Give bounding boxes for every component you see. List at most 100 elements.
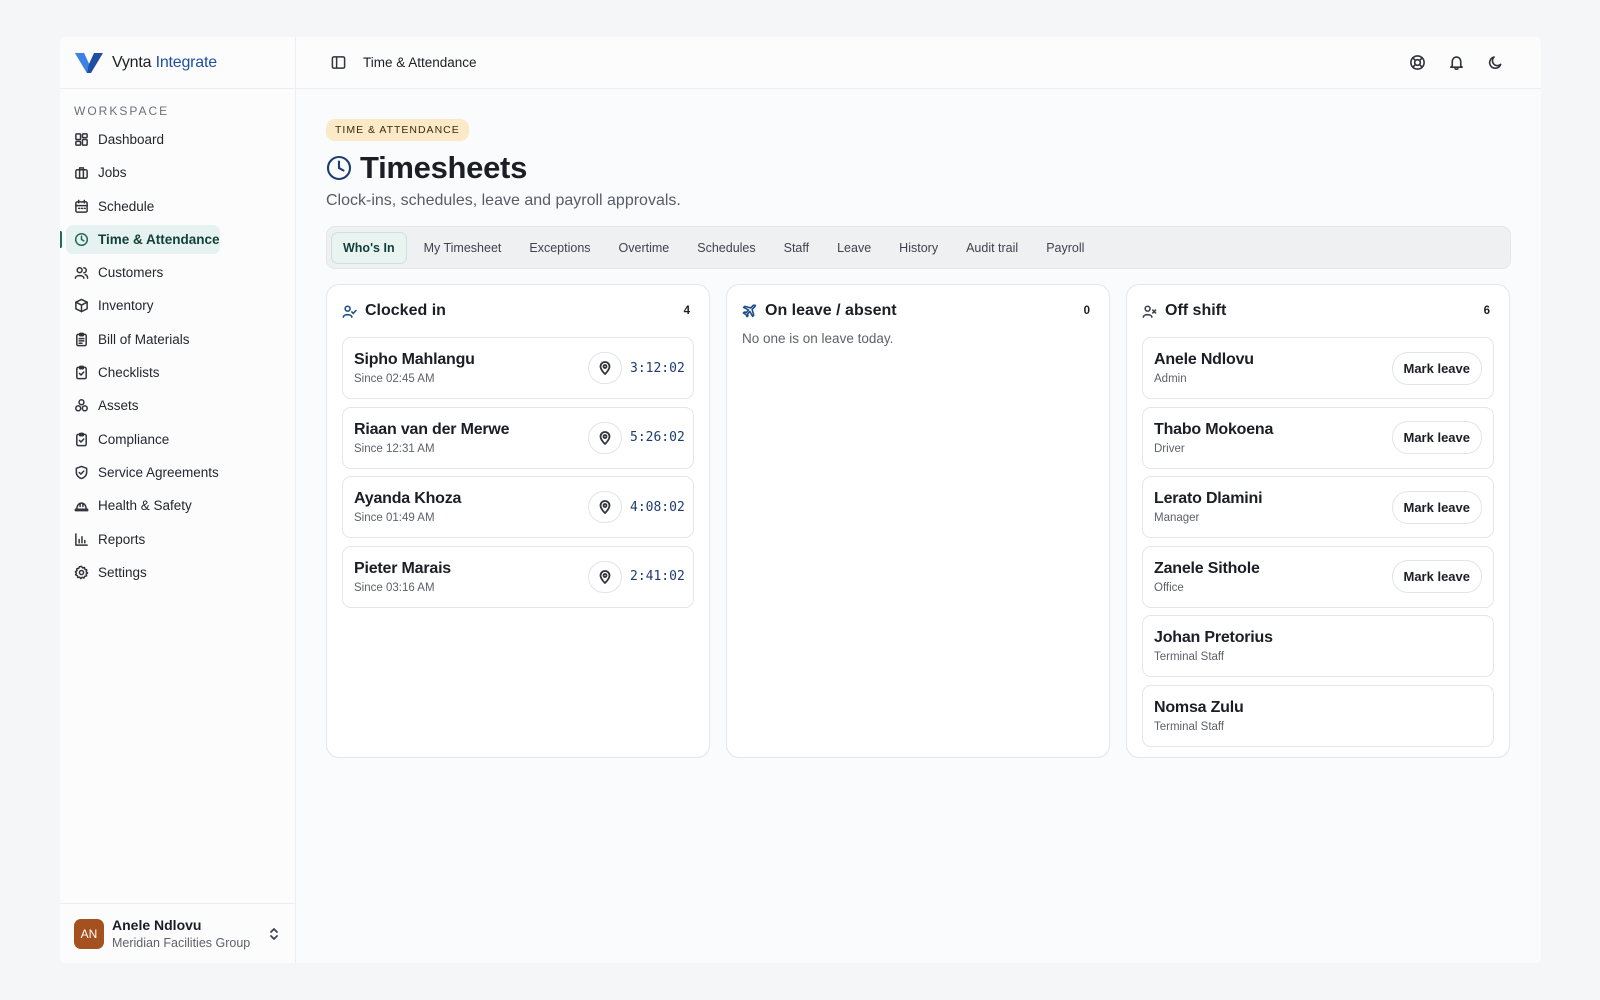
sidebar-item-label: Customers [98, 265, 164, 281]
location-button[interactable] [588, 421, 622, 454]
elapsed-time: 2:41:02 [630, 569, 685, 584]
user-check-icon [342, 304, 357, 318]
elapsed-time: 3:12:02 [630, 360, 685, 376]
brand-logo-icon [75, 52, 103, 73]
tab-payroll[interactable]: Payroll [1035, 232, 1095, 264]
sidebar-item-schedule[interactable]: Schedule [66, 192, 220, 221]
sidebar-toggle-icon[interactable] [331, 55, 346, 70]
location-button[interactable] [588, 491, 622, 523]
person-name: Pieter Marais [354, 559, 452, 577]
chevrons-up-down-icon[interactable] [267, 927, 281, 941]
user-name: Anele Ndlovu [112, 917, 202, 933]
page-content: TIME & ATTENDANCE Timesheets Clock-ins, … [296, 89, 1541, 758]
sidebar-item-health-safety[interactable]: Health & Safety [66, 491, 220, 520]
list-item: Anele Ndlovu Admin Mark leave [1142, 337, 1494, 399]
tab-my-timesheet[interactable]: My Timesheet [413, 232, 513, 264]
moon-icon[interactable] [1487, 54, 1504, 71]
panel-count: 4 [683, 305, 690, 317]
list-item: Thabo Mokoena Driver Mark leave [1142, 406, 1494, 469]
sidebar-item-inventory[interactable]: Inventory [66, 291, 220, 320]
sidebar-item-customers[interactable]: Customers [66, 258, 220, 287]
person-name: Anele Ndlovu [1154, 351, 1254, 368]
location-button[interactable] [588, 352, 622, 384]
brand[interactable]: Vynta Integrate [60, 37, 295, 89]
sidebar-item-jobs[interactable]: Jobs [66, 158, 220, 187]
tab-leave[interactable]: Leave [826, 232, 882, 264]
sidebar-item-bill-of-materials[interactable]: Bill of Materials [66, 325, 220, 354]
since-time: Since 03:16 AM [354, 581, 435, 594]
dashboard-icon [75, 133, 88, 146]
person-name: Nomsa Zulu [1154, 698, 1244, 716]
panel-title: On leave / absent [765, 302, 897, 319]
sidebar-item-label: Dashboard [98, 132, 165, 147]
sidebar-item-compliance[interactable]: Compliance [66, 425, 220, 454]
tab-history[interactable]: History [888, 232, 949, 264]
person-name: Ayanda Khoza [354, 490, 462, 507]
sidebar-item-assets[interactable]: Assets [66, 391, 220, 420]
sidebar-item-label: Jobs [98, 165, 127, 181]
assets-icon [75, 399, 88, 412]
list-item: Lerato Dlamini Manager Mark leave [1142, 476, 1494, 538]
person-role: Terminal Staff [1154, 651, 1225, 663]
clock-icon [326, 155, 352, 181]
person-name: Thabo Mokoena [1154, 420, 1274, 438]
tab-overtime[interactable]: Overtime [608, 232, 681, 264]
bell-icon[interactable] [1448, 54, 1465, 71]
since-time: Since 01:49 AM [354, 512, 435, 524]
person-role: Terminal Staff [1154, 720, 1225, 733]
person-name: Sipho Mahlangu [354, 351, 475, 368]
map-pin-icon [599, 361, 611, 375]
box-icon [75, 299, 88, 313]
clock-icon [74, 232, 89, 246]
tab-whos-in[interactable]: Who's In [331, 231, 407, 264]
sidebar-item-reports[interactable]: Reports [66, 525, 220, 554]
list-item: Sipho Mahlangu Since 02:45 AM 3:12:02 [342, 337, 694, 399]
sidebar-item-settings[interactable]: Settings [66, 558, 220, 587]
clocked-in-panel: Clocked in 4 Sipho Mahlangu Since 02:45 … [326, 284, 710, 758]
hard-hat-icon [74, 502, 89, 512]
sidebar-item-checklists[interactable]: Checklists [66, 358, 220, 387]
list-item: Zanele Sithole Office Mark leave [1142, 545, 1494, 608]
clipboard-check-icon [76, 432, 87, 447]
sidebar-item-label: Schedule [98, 198, 155, 214]
person-role: Office [1154, 581, 1184, 594]
elapsed-time: 4:08:02 [630, 499, 685, 515]
sidebar-item-label: Reports [98, 531, 146, 547]
sidebar-item-label: Assets [98, 398, 139, 414]
mark-leave-button[interactable]: Mark leave [1391, 490, 1482, 524]
mark-leave-button[interactable]: Mark leave [1391, 560, 1482, 593]
location-button[interactable] [588, 560, 622, 593]
sidebar-item-label: Checklists [98, 365, 160, 381]
clipboard-list-icon [76, 332, 87, 347]
sidebar-item-label: Time & Attendance [98, 231, 220, 247]
user-org: Meridian Facilities Group [112, 936, 251, 950]
map-pin-icon [599, 430, 611, 445]
user-menu[interactable]: AN Anele Ndlovu Meridian Facilities Grou… [60, 903, 295, 963]
panel-title: Off shift [1165, 302, 1227, 319]
panel-title: Clocked in [365, 302, 446, 319]
topbar-actions [1409, 54, 1504, 71]
gear-icon [74, 565, 89, 580]
sidebar-item-time-attendance[interactable]: Time & Attendance [60, 224, 220, 254]
list-item: Pieter Marais Since 03:16 AM 2:41:02 [342, 545, 694, 608]
elapsed-time: 5:26:02 [630, 430, 685, 445]
user-x-icon [1142, 304, 1157, 318]
since-time: Since 02:45 AM [354, 373, 435, 385]
person-role: Admin [1154, 373, 1187, 385]
app-window: Vynta Integrate WORKSPACE Dashboard Jobs… [60, 37, 1541, 963]
tab-bar: Who's In My Timesheet Exceptions Overtim… [326, 226, 1511, 269]
mark-leave-button[interactable]: Mark leave [1391, 351, 1482, 385]
briefcase-icon [75, 167, 88, 180]
tab-audit-trail[interactable]: Audit trail [955, 232, 1029, 264]
tab-schedules[interactable]: Schedules [686, 232, 766, 264]
tab-staff[interactable]: Staff [773, 232, 820, 264]
avatar: AN [74, 918, 104, 949]
panel-count: 6 [1483, 305, 1490, 317]
tab-exceptions[interactable]: Exceptions [518, 232, 601, 264]
sidebar-item-dashboard[interactable]: Dashboard [66, 125, 220, 154]
sidebar-item-label: Health & Safety [98, 498, 192, 514]
help-lifebuoy-icon[interactable] [1409, 54, 1426, 71]
page-title: Timesheets [360, 150, 528, 185]
sidebar-item-service-agreements[interactable]: Service Agreements [66, 458, 220, 487]
mark-leave-button[interactable]: Mark leave [1391, 421, 1482, 454]
